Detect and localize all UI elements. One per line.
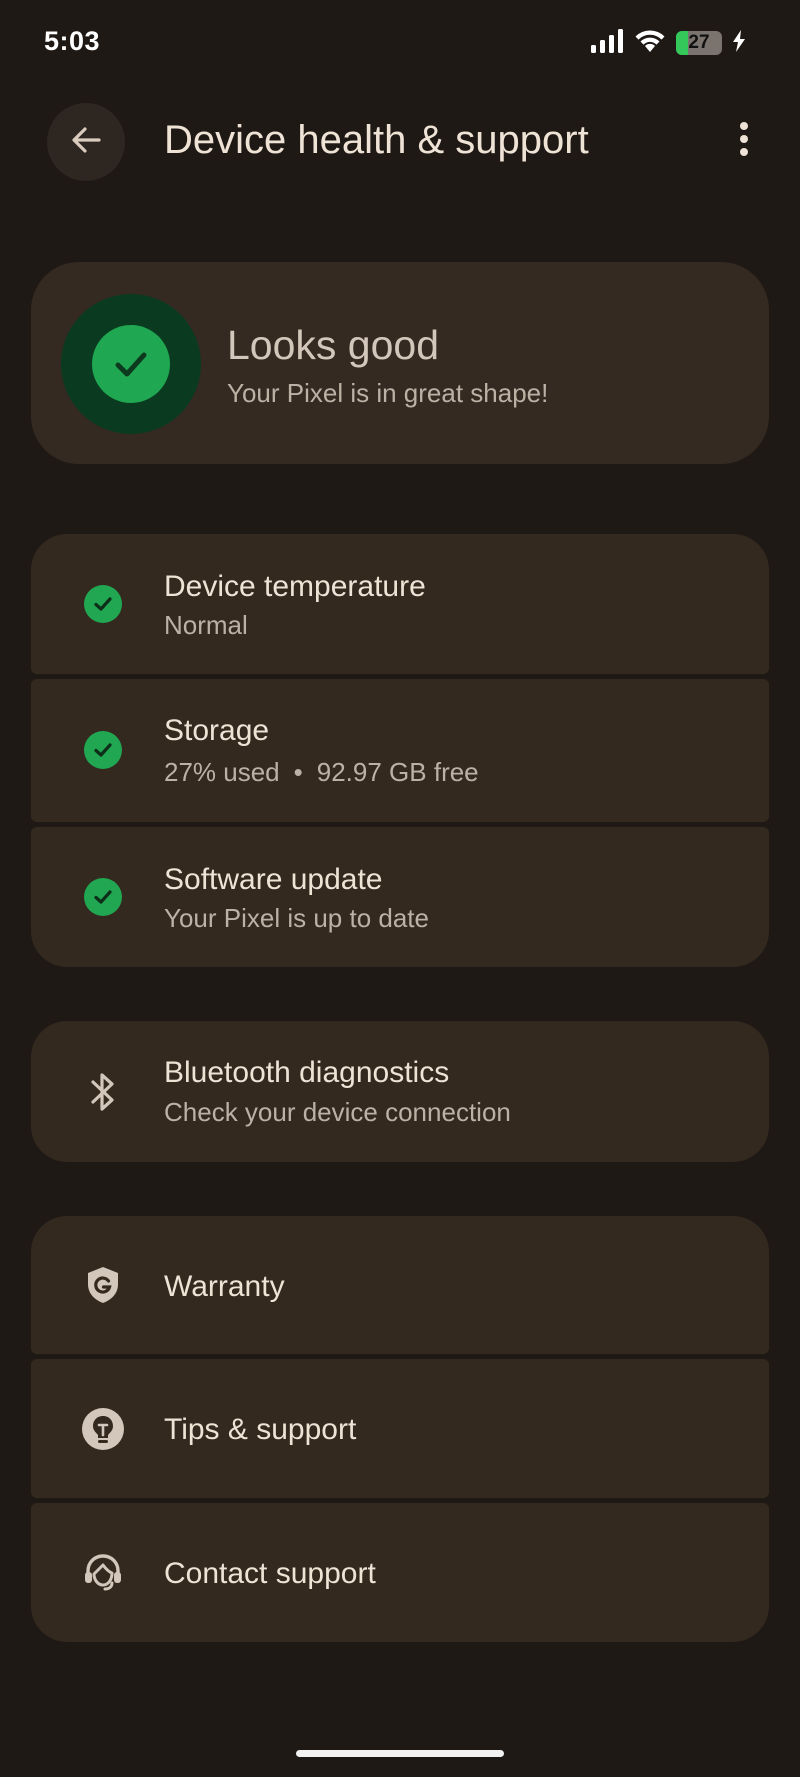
signal-icon [590,28,624,58]
list-item-title: Tips & support [164,1413,357,1446]
separator-dot: • [293,757,303,787]
list-item-device-temperature[interactable]: Device temperature Normal [31,534,769,674]
list-item-subtitle: Check your device connection [164,1097,511,1127]
list-item-subtitle: 27% used • 92.97 GB free [164,757,479,788]
check-circle-icon [81,728,125,772]
list-item-storage[interactable]: Storage 27% used • 92.97 GB free [31,679,769,822]
check-circle-icon [81,582,125,626]
back-button[interactable] [47,103,125,181]
status-bar: 5:03 27 [0,0,800,90]
page-title: Device health & support [164,118,589,162]
wifi-icon [634,29,666,58]
list-item-software-update[interactable]: Software update Your Pixel is up to date [31,827,769,967]
list-item-warranty[interactable]: Warranty [31,1216,769,1354]
list-item-tips-support[interactable]: Tips & support [31,1359,769,1498]
list-item-subtitle: Your Pixel is up to date [164,903,429,933]
more-options-button[interactable] [726,116,762,166]
headset-agent-icon [81,1550,125,1594]
list-item-title: Device temperature [164,570,426,603]
battery-level: 27 [688,32,710,53]
list-item-title: Contact support [164,1557,376,1590]
status-time: 5:03 [44,26,101,56]
list-item-title: Software update [164,863,383,896]
list-item-title: Warranty [164,1270,285,1303]
status-icons: 27 [590,28,746,58]
check-circle-icon [81,875,125,919]
arrow-left-icon [69,123,103,162]
list-item-subtitle: Normal [164,610,248,640]
battery-fill [676,31,689,55]
storage-used: 27% used [164,757,280,787]
storage-free: 92.97 GB free [316,757,479,787]
list-item-bluetooth-diagnostics[interactable]: Bluetooth diagnostics Check your device … [31,1021,769,1162]
charging-bolt-icon [732,29,746,57]
check-circle-icon [92,325,170,403]
health-summary-card: Looks good Your Pixel is in great shape! [31,262,769,464]
battery-icon: 27 [676,31,722,55]
tips-lightbulb-icon [81,1407,125,1451]
summary-status-ring [61,294,201,434]
more-vert-icon [739,121,749,161]
summary-title: Looks good [227,322,440,368]
warranty-shield-icon [81,1263,125,1307]
home-indicator[interactable] [296,1750,504,1757]
bluetooth-icon [81,1070,125,1114]
list-item-title: Bluetooth diagnostics [164,1056,450,1089]
summary-subtitle: Your Pixel is in great shape! [227,378,549,408]
list-item-title: Storage [164,714,270,747]
list-item-contact-support[interactable]: Contact support [31,1503,769,1642]
